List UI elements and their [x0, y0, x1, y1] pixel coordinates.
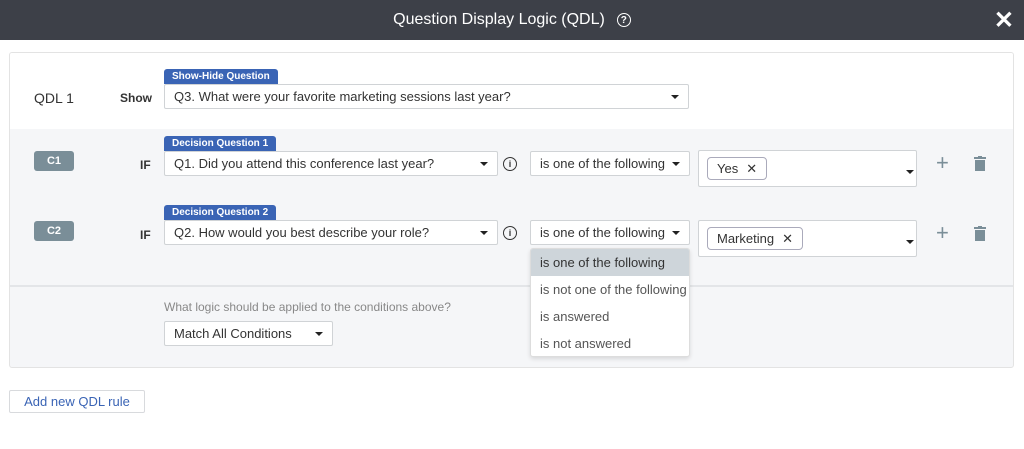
logic-value: Match All Conditions [174, 326, 292, 341]
chevron-down-icon [672, 161, 680, 166]
decision-question-tag: Decision Question 1 [164, 136, 277, 151]
value-chip: Marketing ✕ [707, 227, 803, 250]
show-label: Show [120, 91, 152, 105]
close-icon[interactable]: ✕ [994, 6, 1014, 35]
menu-item-is-answered[interactable]: is answered [531, 303, 689, 330]
chevron-down-icon [480, 230, 488, 235]
operator-select[interactable]: is one of the following [530, 220, 690, 245]
chip-label: Yes [717, 161, 739, 176]
chevron-down-icon[interactable] [906, 170, 914, 174]
decision-question-value: Q1. Did you attend this conference last … [174, 156, 435, 171]
menu-item-is-not-answered[interactable]: is not answered [531, 330, 689, 356]
add-condition-icon[interactable]: + [936, 222, 949, 244]
help-icon[interactable]: ? [616, 13, 631, 27]
chevron-down-icon [671, 94, 679, 99]
operator-value: is one of the following [540, 156, 666, 171]
decision-question-tag: Decision Question 2 [164, 205, 277, 220]
menu-item-is-not-one-of[interactable]: is not one of the following [531, 276, 689, 303]
target-question-select[interactable]: Q3. What were your favorite marketing se… [164, 84, 689, 109]
dialog-header: Question Display Logic (QDL) ? [0, 0, 1024, 40]
target-question-value: Q3. What were your favorite marketing se… [174, 89, 511, 104]
dialog-title: Question Display Logic (QDL) [393, 11, 605, 28]
operator-value: is one of the following [540, 225, 666, 240]
rule-name: QDL 1 [34, 90, 74, 106]
chevron-down-icon[interactable] [906, 240, 914, 244]
add-condition-icon[interactable]: + [936, 152, 949, 174]
add-qdl-rule-button[interactable]: Add new QDL rule [9, 390, 145, 413]
value-chip: Yes ✕ [707, 157, 768, 180]
remove-chip-icon[interactable]: ✕ [746, 161, 757, 177]
logic-prompt: What logic should be applied to the cond… [164, 300, 451, 314]
menu-item-is-one-of[interactable]: is one of the following [531, 249, 689, 276]
operator-select[interactable]: is one of the following [530, 151, 690, 176]
decision-question-value: Q2. How would you best describe your rol… [174, 225, 430, 240]
condition-badge-c2: C2 [34, 221, 74, 241]
if-label: IF [140, 158, 151, 172]
chevron-down-icon [480, 161, 488, 166]
trash-icon[interactable] [974, 156, 986, 171]
condition-badge-c1: C1 [34, 151, 74, 171]
decision-question-select[interactable]: Q2. How would you best describe your rol… [164, 220, 498, 245]
decision-question-select[interactable]: Q1. Did you attend this conference last … [164, 151, 498, 176]
info-icon[interactable]: i [503, 157, 517, 171]
remove-chip-icon[interactable]: ✕ [782, 231, 793, 247]
show-hide-question-tag: Show-Hide Question [164, 69, 278, 84]
logic-select[interactable]: Match All Conditions [164, 321, 333, 346]
trash-icon[interactable] [974, 226, 986, 241]
chevron-down-icon [315, 331, 323, 336]
operator-dropdown-menu: is one of the following is not one of th… [530, 248, 690, 357]
chevron-down-icon [672, 230, 680, 235]
if-label: IF [140, 228, 151, 242]
chip-label: Marketing [717, 231, 775, 246]
divider [10, 285, 1013, 287]
info-icon[interactable]: i [503, 226, 517, 240]
